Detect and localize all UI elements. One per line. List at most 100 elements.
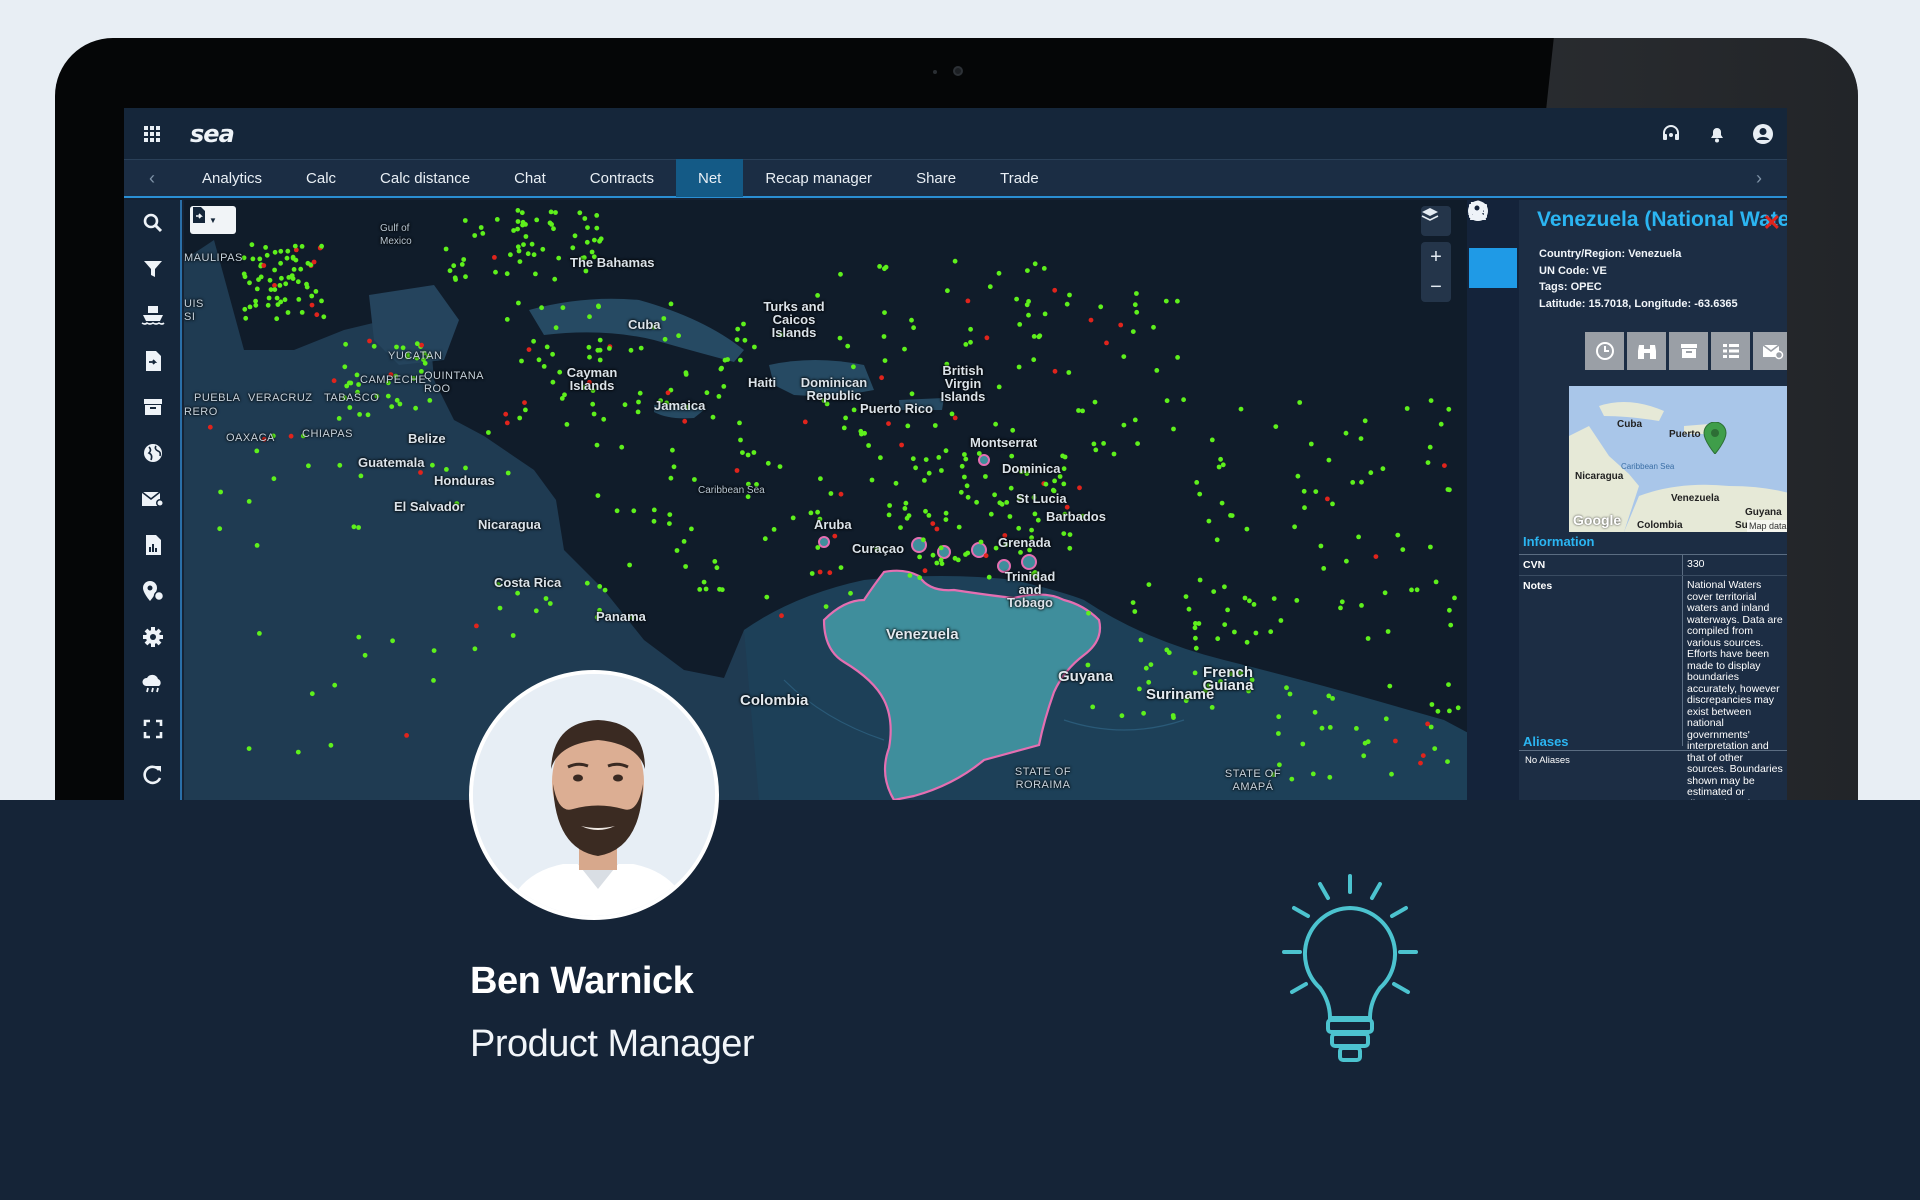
vessel-marker[interactable] — [1393, 738, 1398, 744]
vessel-marker[interactable] — [1032, 261, 1038, 267]
vessel-marker[interactable] — [1447, 607, 1452, 613]
vessel-marker[interactable] — [560, 305, 566, 311]
vessel-marker[interactable] — [504, 317, 510, 322]
vessel-marker[interactable] — [1052, 368, 1058, 374]
vessel-marker[interactable] — [837, 335, 843, 341]
vessel-marker[interactable] — [278, 260, 283, 266]
vessel-marker[interactable] — [1373, 554, 1379, 559]
vessel-marker[interactable] — [909, 391, 915, 397]
vessel-marker[interactable] — [520, 219, 526, 225]
vessel-marker[interactable] — [838, 271, 843, 277]
vessel-marker[interactable] — [858, 428, 864, 434]
vessel-marker[interactable] — [314, 312, 320, 318]
vessel-marker[interactable] — [1395, 532, 1401, 538]
vessel-marker[interactable] — [638, 345, 644, 351]
vessel-marker[interactable] — [1193, 635, 1198, 641]
vessel-marker[interactable] — [1385, 629, 1391, 634]
vessel-marker[interactable] — [1273, 424, 1279, 429]
vessel-marker[interactable] — [1061, 466, 1067, 472]
vessel-marker[interactable] — [282, 297, 288, 303]
vessel-marker[interactable] — [1418, 760, 1423, 766]
vessel-marker[interactable] — [286, 275, 292, 280]
vessel-marker[interactable] — [1010, 427, 1016, 433]
vessel-marker[interactable] — [1121, 422, 1127, 428]
vessel-marker[interactable] — [1092, 399, 1098, 405]
vessel-marker[interactable] — [1438, 421, 1444, 427]
vessel-marker[interactable] — [983, 553, 989, 559]
layers-icon[interactable] — [1421, 206, 1451, 236]
vessel-marker[interactable] — [1232, 629, 1237, 635]
vessel-marker[interactable] — [1326, 457, 1332, 463]
vessel-marker[interactable] — [523, 407, 528, 413]
vessel-marker[interactable] — [904, 515, 910, 521]
vessel-marker[interactable] — [1052, 287, 1058, 293]
vessel-marker[interactable] — [965, 550, 971, 556]
vessel-marker[interactable] — [1365, 739, 1371, 745]
vessel-marker[interactable] — [1427, 444, 1433, 450]
vessel-marker[interactable] — [577, 210, 583, 216]
vessel-marker[interactable] — [1026, 312, 1031, 318]
vessel-marker[interactable] — [936, 455, 942, 460]
vessel-marker[interactable] — [584, 239, 590, 245]
tab-contracts[interactable]: Contracts — [568, 159, 676, 197]
vessel-marker[interactable] — [1225, 607, 1230, 613]
vessel-marker[interactable] — [508, 252, 513, 258]
vessel-marker[interactable] — [584, 580, 590, 586]
vessel-marker[interactable] — [683, 372, 689, 377]
vessel-marker[interactable] — [932, 423, 938, 428]
vessel-marker[interactable] — [531, 338, 536, 344]
vessel-marker[interactable] — [838, 565, 844, 570]
vessel-marker[interactable] — [602, 587, 608, 593]
vessel-marker[interactable] — [1086, 610, 1091, 616]
vessel-marker[interactable] — [765, 460, 771, 466]
vessel-marker[interactable] — [463, 274, 468, 280]
vessel-marker[interactable] — [1276, 714, 1282, 720]
vessel-marker[interactable] — [521, 242, 526, 247]
vessel-marker[interactable] — [474, 623, 479, 629]
vessel-marker[interactable] — [1025, 268, 1030, 273]
vessel-marker[interactable] — [930, 521, 936, 526]
vessel-marker[interactable] — [1197, 577, 1203, 583]
vessel-marker[interactable] — [337, 462, 343, 468]
vessel-marker[interactable] — [986, 574, 992, 580]
vessel-marker[interactable] — [299, 244, 305, 249]
vessel-marker[interactable] — [443, 246, 449, 252]
vessel-marker[interactable] — [993, 421, 998, 427]
vessel-marker[interactable] — [601, 416, 607, 422]
vessel-marker[interactable] — [1060, 453, 1065, 459]
vessel-marker[interactable] — [1146, 582, 1152, 587]
vessel-marker[interactable] — [614, 508, 620, 514]
vessel-marker[interactable] — [1031, 357, 1037, 363]
vessel-marker[interactable] — [497, 605, 503, 611]
vessel-marker[interactable] — [843, 415, 848, 421]
vessel-marker[interactable] — [1350, 480, 1356, 485]
vessel-marker[interactable] — [815, 509, 820, 515]
vessel-marker[interactable] — [1361, 753, 1367, 759]
vessel-marker[interactable] — [1067, 532, 1073, 537]
vessel-marker[interactable] — [559, 396, 565, 401]
vessel-marker[interactable] — [246, 499, 252, 504]
vessel-marker[interactable] — [1151, 324, 1156, 330]
vessel-marker[interactable] — [494, 217, 500, 222]
vessel-marker[interactable] — [1271, 596, 1277, 601]
apps-grid-icon[interactable] — [124, 108, 180, 160]
vessel-marker[interactable] — [515, 219, 521, 224]
vessel-marker[interactable] — [1446, 406, 1452, 412]
vessel-marker[interactable] — [1036, 334, 1042, 340]
vessel-marker[interactable] — [661, 316, 667, 321]
tab-analytics[interactable]: Analytics — [180, 159, 284, 197]
vessel-marker[interactable] — [267, 277, 273, 283]
search-icon[interactable] — [124, 200, 182, 246]
vessel-marker[interactable] — [1077, 485, 1082, 491]
vessel-marker[interactable] — [1061, 481, 1067, 487]
vessel-marker[interactable] — [1093, 447, 1099, 453]
vessel-marker[interactable] — [1435, 708, 1441, 714]
vessel-marker[interactable] — [582, 216, 588, 221]
vessel-marker[interactable] — [956, 524, 962, 530]
vessel-marker[interactable] — [1186, 606, 1192, 612]
vessel-marker[interactable] — [516, 248, 522, 254]
vessel-marker[interactable] — [738, 357, 743, 363]
vessel-marker[interactable] — [462, 218, 468, 223]
vessel-marker[interactable] — [463, 465, 468, 471]
vessel-marker[interactable] — [777, 464, 783, 469]
